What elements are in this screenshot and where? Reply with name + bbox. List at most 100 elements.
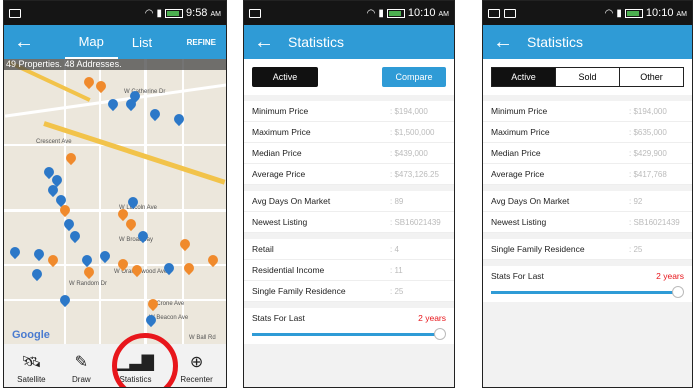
status-bar: ◠ ▮ 10:10 AM: [244, 1, 454, 25]
property-pin[interactable]: [7, 244, 23, 260]
wifi-icon: ◠: [366, 7, 376, 19]
segment-other[interactable]: Other: [620, 68, 683, 86]
wifi-icon: ◠: [144, 7, 154, 19]
notification-icon: [249, 8, 261, 18]
segment-row: Active Sold Other: [483, 59, 692, 95]
slider-thumb[interactable]: [434, 328, 446, 340]
draw-button[interactable]: ✎ Draw: [72, 352, 91, 384]
segment-sold[interactable]: Sold: [556, 68, 620, 86]
street-label: Crescent Ave: [36, 139, 72, 145]
app-bar: ← Statistics: [483, 25, 692, 59]
street-label: W Broadway: [119, 237, 154, 243]
clock: 9:58 AM: [186, 7, 221, 19]
battery-icon: [624, 8, 643, 18]
pencil-icon: ✎: [74, 354, 89, 371]
page-title: Statistics: [288, 34, 345, 50]
stat-row: Single Family Residence: 25: [244, 281, 454, 302]
property-pin[interactable]: [67, 228, 83, 244]
street-label: W Random Dr: [69, 281, 108, 287]
stats-for-last-label: Stats For Last: [252, 313, 305, 323]
stats-content: Active Sold Other Minimum Price: $194,00…: [483, 59, 692, 387]
image-icon: [504, 8, 516, 18]
app-bar: ← Statistics: [244, 25, 454, 59]
slider-track[interactable]: [491, 286, 684, 298]
tab-list[interactable]: List: [118, 25, 166, 59]
active-button[interactable]: Active: [252, 67, 318, 87]
mode-row: Active Compare: [244, 59, 454, 95]
property-pin[interactable]: [57, 292, 73, 308]
stat-row: Newest Listing: SB16021439: [244, 212, 454, 233]
satellite-button[interactable]: 🛰 Satellite: [17, 352, 45, 384]
property-pin[interactable]: [177, 236, 193, 252]
satellite-icon: 🛰: [21, 354, 42, 371]
crosshair-icon: ⊕: [189, 354, 204, 371]
status-bar: ◠ ▮ 9:58 AM: [4, 1, 226, 25]
years-value: 2 years: [418, 313, 446, 323]
slider-thumb[interactable]: [672, 286, 684, 298]
app-bar: ← Map List REFINE: [4, 25, 226, 59]
statistics-screen-1: ◠ ▮ 10:10 AM ← Statistics Active Compare…: [243, 0, 455, 388]
stats-period-slider: Stats For Last 2 years: [244, 308, 454, 344]
stat-row: Residential Income: 11: [244, 260, 454, 281]
clock: 10:10 AM: [645, 7, 687, 19]
clock: 10:10 AM: [407, 7, 449, 19]
property-pin[interactable]: [81, 264, 97, 280]
back-arrow-icon[interactable]: ←: [493, 32, 517, 52]
price-group: Minimum Price: $194,000 Maximum Price: $…: [244, 101, 454, 185]
type-group: Retail: 4 Residential Income: 11 Single …: [244, 239, 454, 302]
notification-icon: [488, 8, 500, 18]
stat-row: Maximum Price: $635,000: [483, 122, 692, 143]
battery-icon: [386, 8, 405, 18]
map-screen: ◠ ▮ 9:58 AM ← Map List REFINE 49 Propert…: [3, 0, 227, 388]
page-title: Statistics: [527, 34, 584, 50]
property-pin[interactable]: [31, 246, 47, 262]
stat-row: Average Price: $417,768: [483, 164, 692, 185]
properties-count: 49 Properties. 48 Addresses.: [4, 59, 226, 70]
stats-content: Active Compare Minimum Price: $194,000 M…: [244, 59, 454, 387]
compare-button[interactable]: Compare: [382, 67, 446, 87]
back-arrow-icon[interactable]: ←: [14, 32, 38, 52]
stat-row: Avg Days On Market: 92: [483, 191, 692, 212]
stat-row: Median Price: $439,000: [244, 143, 454, 164]
signal-icon: ▮: [156, 7, 163, 19]
property-pin[interactable]: [123, 216, 139, 232]
stat-row: Newest Listing: SB16021439: [483, 212, 692, 233]
property-pin[interactable]: [93, 78, 109, 94]
notification-icon: [9, 8, 21, 18]
property-pin[interactable]: [63, 150, 79, 166]
stat-row: Minimum Price: $194,000: [483, 101, 692, 122]
stat-row: Median Price: $429,900: [483, 143, 692, 164]
statistics-screen-2: ◠ ▮ 10:10 AM ← Statistics Active Sold Ot…: [482, 0, 693, 388]
price-group: Minimum Price: $194,000 Maximum Price: $…: [483, 101, 692, 185]
stat-row: Maximum Price: $1,500,000: [244, 122, 454, 143]
property-pin[interactable]: [29, 266, 45, 282]
segment-active[interactable]: Active: [492, 68, 556, 86]
signal-icon: ▮: [616, 7, 622, 19]
tab-map[interactable]: Map: [64, 25, 118, 59]
status-bar: ◠ ▮ 10:10 AM: [483, 1, 692, 25]
slider-track[interactable]: [252, 328, 446, 340]
map-view[interactable]: 49 Properties. 48 Addresses. W Catherine…: [4, 59, 226, 346]
battery-icon: [165, 8, 184, 18]
stats-period-slider: Stats For Last 2 years: [483, 266, 692, 302]
years-value: 2 years: [656, 271, 684, 281]
signal-icon: ▮: [378, 7, 384, 19]
back-arrow-icon[interactable]: ←: [254, 32, 278, 52]
type-group: Single Family Residence: 25: [483, 239, 692, 260]
stat-row: Minimum Price: $194,000: [244, 101, 454, 122]
stat-row: Single Family Residence: 25: [483, 239, 692, 260]
recenter-button[interactable]: ⊕ Recenter: [180, 352, 212, 384]
refine-button[interactable]: REFINE: [187, 38, 216, 47]
street-label: W Ball Rd: [189, 335, 216, 341]
status-segmented-control: Active Sold Other: [491, 67, 684, 87]
property-pin[interactable]: [147, 106, 163, 122]
market-group: Avg Days On Market: 89 Newest Listing: S…: [244, 191, 454, 233]
stat-row: Avg Days On Market: 89: [244, 191, 454, 212]
wifi-icon: ◠: [604, 7, 614, 19]
stat-row: Average Price: $473,126.25: [244, 164, 454, 185]
property-pin[interactable]: [81, 74, 97, 90]
google-logo: Google: [12, 329, 50, 341]
market-group: Avg Days On Market: 92 Newest Listing: S…: [483, 191, 692, 233]
stat-row: Retail: 4: [244, 239, 454, 260]
stats-for-last-label: Stats For Last: [491, 271, 544, 281]
